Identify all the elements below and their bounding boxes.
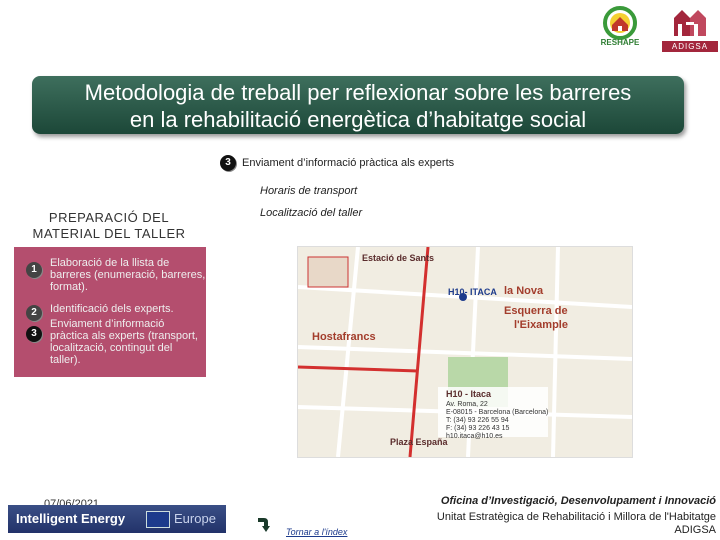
map-address-line: F: (34) 93 226 43 15 <box>446 425 510 432</box>
info-item-transport: Horaris de transport <box>260 185 358 197</box>
adigsa-logo <box>674 10 706 36</box>
unit-name-line2: ADIGSA <box>674 524 716 536</box>
page-title-line1: Metodologia de treball per reflexionar s… <box>84 80 632 105</box>
page-title: Metodologia de treball per reflexionar s… <box>40 79 676 133</box>
map-hotel-tag: H10- ITACA <box>448 287 497 297</box>
map-address-line: T: (34) 93 226 55 94 <box>446 417 509 424</box>
europe-text: Europe <box>174 511 216 526</box>
preparation-step2-text: Identificació dels experts. <box>50 303 174 315</box>
unit-name: Unitat Estratègica de Rehabilitació i Mi… <box>380 511 716 537</box>
map-address-line: E-08015 - Barcelona (Barcelona) <box>446 409 549 416</box>
adigsa-logo-text: ADIGSA <box>662 41 718 52</box>
preparation-step1-badge: 1 <box>26 262 42 278</box>
preparation-title-line2: MATERIAL DEL TALLER <box>32 226 186 241</box>
preparation-title: PREPARACIÓ DEL MATERIAL DEL TALLER <box>14 210 204 242</box>
page-title-line2: en la rehabilitació energètica d’habitat… <box>129 107 587 132</box>
map-district-esquerra: Esquerra de <box>504 305 568 317</box>
unit-name-line1: Unitat Estratègica de Rehabilitació i Mi… <box>436 511 716 523</box>
map-plaza-label: Plaza España <box>390 437 448 447</box>
preparation-step2-badge: 2 <box>26 305 42 321</box>
map-address-line: h10.itaca@h10.es <box>446 433 503 440</box>
return-arrow-icon[interactable] <box>256 516 270 534</box>
info-item-location: Localització del taller <box>260 207 363 219</box>
preparation-step3-badge: 3 <box>26 326 42 342</box>
reshape-logo-text: RESHAPE <box>600 38 640 47</box>
map-hotel-name: H10 - Itaca <box>446 389 492 399</box>
intelligent-energy-text: Intelligent Energy <box>16 511 126 526</box>
back-to-index-link[interactable]: Tornar a l'índex <box>286 527 347 537</box>
step3-number-badge: 3 <box>220 155 236 171</box>
map-address-line: Av. Roma, 22 <box>446 401 488 408</box>
map-district-eixample: l'Eixample <box>514 319 568 331</box>
preparation-step3-text: Enviament d’informació pràctica als expe… <box>50 318 198 366</box>
map-hotel-address: Av. Roma, 22 E-08015 - Barcelona (Barcel… <box>446 401 548 441</box>
map-station-label: Estació de Sants <box>362 253 435 263</box>
map-district-hostafrancs: Hostafrancs <box>312 331 376 343</box>
map-district-nova: la Nova <box>504 285 544 297</box>
preparation-step1-text: Elaboració de la llista de barreres (enu… <box>50 257 206 293</box>
preparation-title-line1: PREPARACIÓ DEL <box>48 210 170 225</box>
office-name: Oficina d’Investigació, Desenvolupament … <box>440 495 716 507</box>
step3-title: Enviament d’informació pràctica als expe… <box>242 157 455 169</box>
eu-flag-icon <box>146 511 170 528</box>
location-map: Estació de Sants H10- ITACA la Nova Esqu… <box>297 246 633 458</box>
